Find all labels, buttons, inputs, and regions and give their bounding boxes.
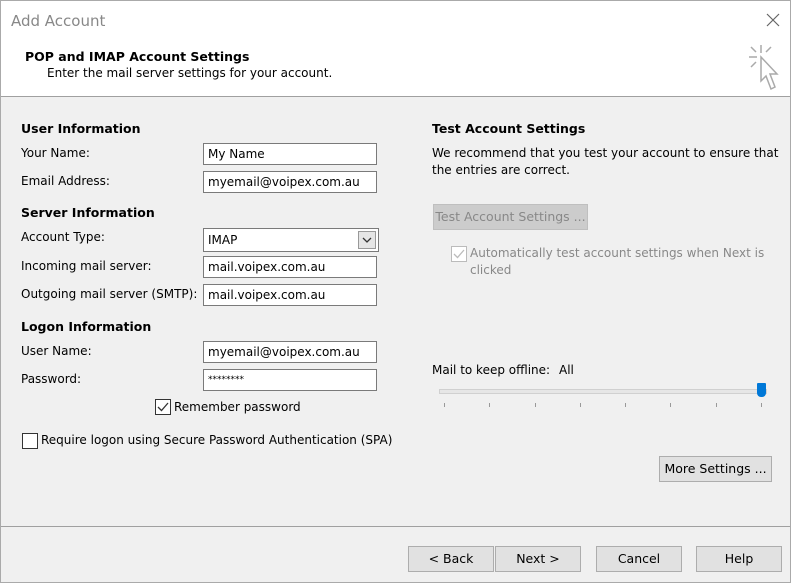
email-label: Email Address:	[21, 174, 110, 188]
user-name-label: User Name:	[21, 344, 92, 358]
server-info-heading: Server Information	[21, 205, 155, 220]
slider-tick	[579, 403, 581, 407]
auto-test-label-line1: Automatically test account settings when…	[470, 246, 765, 260]
auto-test-label-line2: clicked	[470, 263, 512, 277]
slider-tick	[670, 403, 672, 407]
email-input[interactable]	[203, 171, 377, 193]
account-type-label: Account Type:	[21, 230, 105, 244]
slider-tick	[761, 403, 762, 407]
test-settings-heading: Test Account Settings	[432, 121, 586, 136]
password-label: Password:	[21, 372, 82, 386]
slider-tick	[534, 403, 536, 407]
user-name-input[interactable]	[203, 341, 377, 363]
test-desc-line2: the entries are correct.	[432, 163, 570, 177]
slider-tick	[625, 403, 627, 407]
slider-tick	[444, 403, 445, 407]
password-input[interactable]	[203, 369, 377, 391]
auto-test-checkbox[interactable]	[451, 246, 467, 262]
footer-divider	[1, 526, 790, 527]
slider-tick	[489, 403, 491, 407]
cancel-button[interactable]: Cancel	[596, 546, 682, 572]
offline-value: All	[559, 363, 574, 377]
cursor-click-icon	[749, 45, 779, 91]
window-title: Add Account	[11, 12, 106, 30]
chevron-down-icon[interactable]	[358, 231, 376, 249]
help-button[interactable]: Help	[696, 546, 782, 572]
page-subtitle: Enter the mail server settings for your …	[47, 66, 333, 80]
test-desc-line1: We recommend that you test your account …	[432, 146, 779, 160]
your-name-label: Your Name:	[21, 146, 90, 160]
offline-slider-track[interactable]	[439, 389, 767, 394]
offline-label: Mail to keep offline:	[432, 363, 551, 377]
add-account-dialog: Add Account POP and IMAP Account Setting…	[0, 0, 791, 583]
test-account-settings-button[interactable]: Test Account Settings ...	[433, 204, 588, 230]
account-type-select[interactable]: IMAP	[203, 228, 379, 252]
offline-slider-thumb[interactable]	[757, 383, 766, 397]
slider-tick	[715, 403, 717, 407]
page-title: POP and IMAP Account Settings	[25, 49, 250, 64]
next-button[interactable]: Next >	[495, 546, 581, 572]
incoming-server-label: Incoming mail server:	[21, 259, 152, 273]
spa-checkbox[interactable]	[22, 433, 38, 449]
user-info-heading: User Information	[21, 121, 141, 136]
outgoing-server-label: Outgoing mail server (SMTP):	[21, 287, 198, 301]
close-icon[interactable]	[765, 12, 781, 28]
header-area: Add Account POP and IMAP Account Setting…	[1, 1, 790, 97]
incoming-server-input[interactable]	[203, 256, 377, 278]
spa-label: Require logon using Secure Password Auth…	[41, 433, 393, 447]
remember-password-checkbox[interactable]	[155, 399, 171, 415]
logon-info-heading: Logon Information	[21, 319, 152, 334]
more-settings-button[interactable]: More Settings ...	[659, 456, 772, 482]
account-type-value: IMAP	[208, 233, 238, 247]
your-name-input[interactable]	[203, 143, 377, 165]
back-button[interactable]: < Back	[408, 546, 494, 572]
remember-password-label: Remember password	[174, 400, 301, 414]
outgoing-server-input[interactable]	[203, 284, 377, 306]
